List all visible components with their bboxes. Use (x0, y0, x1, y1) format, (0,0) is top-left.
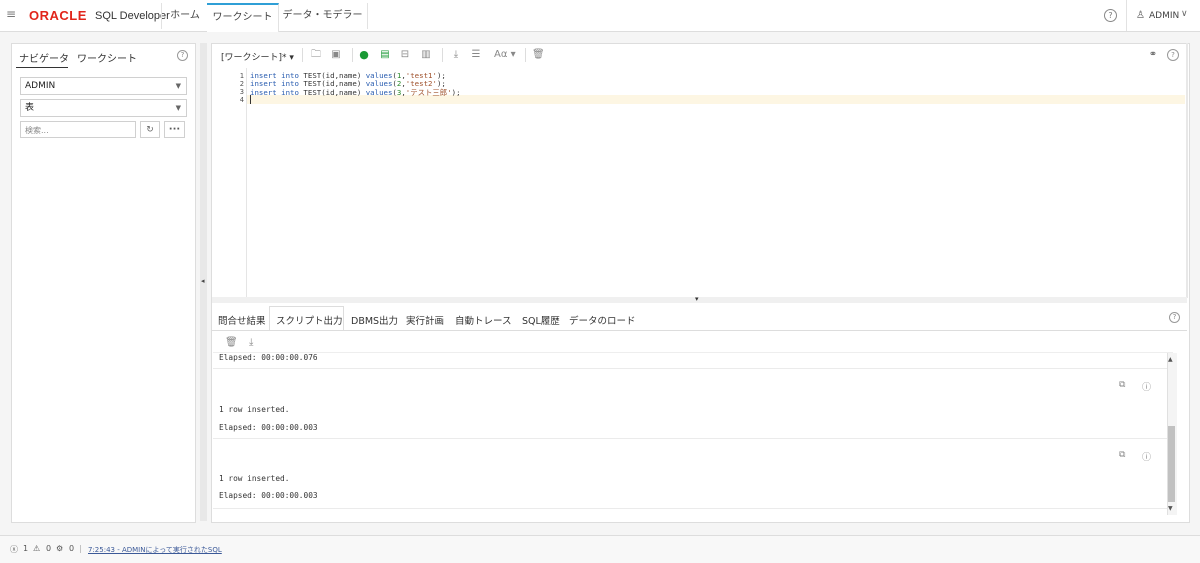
refresh-button[interactable]: ↻ (140, 121, 160, 138)
worksheet-name-dropdown[interactable]: [ワークシート]* ▾ (221, 50, 294, 63)
info-count: 0 (69, 544, 75, 553)
download-icon[interactable]: ⤓ (450, 49, 462, 61)
text-case-label: Aα (494, 49, 508, 60)
worksheet-name: [ワークシート]* (221, 53, 287, 63)
run-script-icon[interactable]: ▤ (379, 49, 391, 61)
caret-down-icon: ▼ (175, 82, 181, 90)
help-circle-icon[interactable]: ? (177, 50, 188, 61)
output-line: Elapsed: 00:00:00.003 (219, 423, 318, 432)
scroll-up-arrow-icon[interactable]: ▲ (1168, 356, 1173, 363)
toolbar-divider (442, 48, 443, 62)
toolbar-divider (302, 48, 303, 62)
code-line[interactable]: insert into TEST(id,name) values(3,'テスト三… (250, 87, 461, 98)
error-icon[interactable]: ⓧ (10, 544, 18, 555)
help-circle-icon[interactable]: ? (1169, 312, 1180, 323)
line-number: 1 (239, 72, 244, 80)
object-search-input[interactable]: 検索... (20, 121, 136, 138)
output-line: 1 row inserted. (219, 474, 290, 483)
help-circle-icon[interactable]: ? (1167, 49, 1179, 61)
line-number: 4 (239, 96, 244, 104)
tab-navigator[interactable]: ナビゲータ (19, 50, 69, 65)
help-circle-icon[interactable]: ? (1104, 9, 1117, 22)
tab-data-modeler[interactable]: データ・モデラー (278, 3, 368, 29)
output-line: 1 row inserted. (219, 405, 290, 414)
app-title: SQL Developer (95, 10, 170, 22)
editor-output-splitter[interactable] (212, 297, 1187, 303)
script-output-area (213, 352, 1173, 520)
open-folder-icon[interactable]: 🗀 (310, 49, 322, 61)
output-divider (213, 508, 1167, 509)
copy-icon[interactable]: ⧉ (1119, 450, 1125, 460)
output-line: Elapsed: 00:00:00.003 (219, 491, 318, 500)
tab-dbms-output[interactable]: DBMS出力 (351, 313, 398, 327)
clear-output-icon[interactable]: 🗑 (225, 337, 238, 348)
find-replace-icon[interactable]: ⚭ (1147, 49, 1159, 61)
download-output-icon[interactable]: ⤓ (249, 337, 253, 348)
tab-navigator-worksheet[interactable]: ワークシート (77, 50, 137, 65)
format-lines-icon[interactable]: ☰ (470, 49, 482, 61)
output-line: Elapsed: 00:00:00.076 (219, 353, 318, 362)
explain-plan-icon[interactable]: ⊟ (399, 49, 411, 61)
tab-script-output[interactable]: スクリプト出力 (276, 313, 343, 327)
text-case-dropdown[interactable]: Aα ▾ (494, 49, 520, 61)
hamburger-menu-icon[interactable]: ≡ (6, 8, 16, 20)
text-cursor (250, 95, 251, 104)
schema-select-value: ADMIN (25, 81, 56, 91)
toolbar-divider (352, 48, 353, 62)
autotrace-icon[interactable]: ▥ (420, 49, 432, 61)
more-options-button[interactable]: ··· (164, 121, 185, 138)
tab-worksheet[interactable]: ワークシート (207, 3, 279, 32)
tab-explain-plan[interactable]: 実行計画 (406, 313, 444, 327)
trash-icon[interactable]: 🗑 (532, 49, 545, 61)
tab-sql-history[interactable]: SQL履歴 (522, 313, 560, 327)
object-type-select[interactable]: 表 ▼ (20, 99, 187, 117)
info-icon[interactable]: ⓘ (1142, 380, 1151, 393)
run-statement-icon[interactable]: ● (358, 49, 370, 61)
last-execution-link[interactable]: 7:25:43 - ADMINによって実行されたSQL (88, 545, 222, 555)
tab-data-load[interactable]: データのロード (569, 313, 636, 327)
output-tab-divider (212, 330, 1187, 331)
output-divider (213, 438, 1167, 439)
chevron-down-icon[interactable]: ∨ (1181, 9, 1188, 19)
output-divider (213, 368, 1167, 369)
scroll-down-arrow-icon[interactable]: ▼ (1168, 505, 1173, 512)
gear-icon[interactable]: ⚙ (56, 544, 63, 553)
editor-scrollbar[interactable] (1186, 43, 1188, 298)
output-scrollbar-thumb[interactable] (1168, 426, 1175, 502)
oracle-logo: ORACLE (29, 8, 87, 23)
active-tab-indicator (16, 67, 68, 68)
user-name[interactable]: ADMIN (1149, 11, 1179, 21)
copy-icon[interactable]: ⧉ (1119, 380, 1125, 390)
schema-select[interactable]: ADMIN ▼ (20, 77, 187, 95)
save-icon[interactable]: ▣ (330, 49, 342, 61)
warning-icon[interactable]: ⚠ (33, 544, 40, 553)
object-type-select-value: 表 (25, 103, 35, 113)
collapse-down-icon[interactable]: ▾ (695, 295, 699, 303)
collapse-left-icon[interactable]: ◂ (201, 277, 205, 285)
caret-down-icon: ▼ (175, 104, 181, 112)
user-icon: ♙ (1136, 10, 1145, 21)
error-count: 1 (23, 544, 29, 553)
tab-home[interactable]: ホーム (161, 3, 209, 29)
info-icon[interactable]: ⓘ (1142, 450, 1151, 463)
toolbar-divider (525, 48, 526, 62)
tab-autotrace[interactable]: 自動トレース (455, 313, 512, 327)
line-number: 2 (239, 80, 244, 88)
warning-count: 0 (46, 544, 52, 553)
line-number: 3 (239, 88, 244, 96)
status-divider: | (79, 544, 82, 553)
tab-query-result[interactable]: 問合せ結果 (218, 313, 266, 327)
